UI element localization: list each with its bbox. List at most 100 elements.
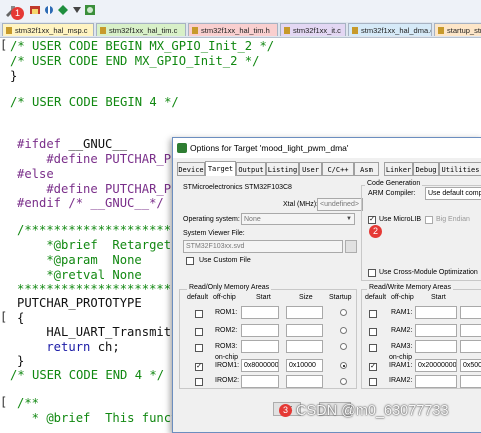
debug-icon[interactable]: [43, 4, 55, 16]
tab-linker[interactable]: Linker: [384, 162, 413, 176]
keil-app-icon: [177, 143, 187, 153]
code-line: /* USER CODE BEGIN 4 */: [10, 95, 179, 109]
rw-col-start: Start: [431, 294, 446, 301]
code-line: return ch;: [17, 339, 120, 355]
ram1-size[interactable]: [460, 306, 481, 319]
ro-memory-title: Read/Only Memory Areas: [187, 284, 272, 291]
xtal-field[interactable]: <undefined>: [317, 198, 363, 211]
fold-marker[interactable]: [: [0, 38, 10, 52]
iram1-size[interactable]: 0x500: [460, 359, 481, 372]
rom3-size[interactable]: [286, 340, 323, 353]
ram1-default-checkbox[interactable]: [369, 310, 377, 318]
code-token: Retargets: [112, 238, 179, 252]
code-token: ch;: [90, 340, 120, 354]
rom1-start[interactable]: [241, 306, 279, 319]
tab-utilities[interactable]: Utilities: [439, 162, 481, 176]
rw-col-offchip: off-chip: [391, 294, 414, 301]
rw-memory-title: Read/Write Memory Areas: [367, 284, 453, 291]
iram1-start[interactable]: 0x20000000: [415, 359, 457, 372]
rom3-default-checkbox[interactable]: [195, 344, 203, 352]
irom1-size[interactable]: 0x10000: [286, 359, 323, 372]
tab-target[interactable]: Target: [205, 161, 236, 176]
irom2-default-checkbox[interactable]: [195, 378, 203, 386]
ro-memory-group: [179, 289, 357, 389]
code-generation-title: Code Generation: [365, 180, 423, 187]
irom2-start[interactable]: [241, 375, 279, 388]
col-start: Start: [256, 294, 271, 301]
code-token: return: [17, 340, 91, 354]
fold-marker[interactable]: [: [0, 310, 10, 324]
irom1-start[interactable]: 0x8000000: [241, 359, 279, 372]
step-badge-2: 2: [369, 225, 382, 238]
tab-hal-msp[interactable]: stm32f1xx_hal_msp.c: [2, 23, 94, 36]
rom3-startup-radio[interactable]: [340, 343, 347, 350]
tab-debug[interactable]: Debug: [413, 162, 439, 176]
use-custom-file-checkbox[interactable]: [186, 257, 194, 265]
ram1-start[interactable]: [415, 306, 457, 319]
rw-col-default: default: [365, 294, 387, 301]
diamond-icon[interactable]: [57, 4, 69, 16]
file-icon: [352, 27, 358, 34]
rom1-default-checkbox[interactable]: [195, 310, 203, 318]
file-icon: [6, 27, 12, 34]
dialog-titlebar[interactable]: Options for Target 'mood_light_pwm_dma': [173, 138, 481, 158]
tab-listing[interactable]: Listing: [266, 162, 299, 176]
use-microlib-checkbox[interactable]: ✓: [368, 216, 376, 224]
tab-cpp[interactable]: C/C++: [322, 162, 354, 176]
tab-user[interactable]: User: [299, 162, 322, 176]
irom1-startup-radio[interactable]: [340, 362, 347, 369]
rom2-start[interactable]: [241, 324, 279, 337]
rw-memory-group: [361, 289, 481, 389]
rom2-size[interactable]: [286, 324, 323, 337]
code-line: #ifdef __GNUC__: [17, 136, 127, 152]
ram3-size[interactable]: [460, 340, 481, 353]
tab-startup[interactable]: startup_stm: [434, 23, 481, 36]
irom2-startup-radio[interactable]: [340, 378, 347, 385]
rom2-default-checkbox[interactable]: [195, 328, 203, 336]
fold-marker[interactable]: [: [0, 395, 10, 409]
ram2-size[interactable]: [460, 324, 481, 337]
ram2-label: RAM2:: [391, 327, 413, 334]
tab-device[interactable]: Device: [177, 162, 205, 176]
code-token: *@brief: [17, 238, 113, 252]
iram1-default-checkbox[interactable]: ✓: [369, 363, 377, 371]
tab-asm[interactable]: Asm: [354, 162, 379, 176]
toolbar: 1: [0, 0, 481, 23]
ram2-default-checkbox[interactable]: [369, 328, 377, 336]
os-select[interactable]: None ▼: [241, 213, 355, 225]
arrow-icon[interactable]: [71, 4, 83, 16]
big-endian-checkbox: [425, 216, 433, 224]
step-badge-3: 3: [279, 404, 292, 417]
tab-hal-tim-c[interactable]: stm32f1xx_hal_tim.c: [96, 23, 186, 36]
code-line: HAL_UART_Transmit(: [17, 325, 179, 339]
tab-hal-dma[interactable]: stm32f1xx_hal_dma.c: [348, 23, 432, 36]
svf-browse-button[interactable]: [345, 240, 357, 253]
iram2-default-checkbox[interactable]: [369, 378, 377, 386]
cross-module-checkbox[interactable]: [368, 269, 376, 277]
iram2-size[interactable]: [460, 375, 481, 388]
rom1-startup-radio[interactable]: [340, 309, 347, 316]
tab-output[interactable]: Output: [236, 162, 266, 176]
svf-field[interactable]: STM32F103xx.svd: [183, 240, 343, 253]
irom1-default-checkbox[interactable]: ✓: [195, 363, 203, 371]
tab-label: stm32f1xx_hal_dma.c: [361, 26, 432, 35]
iram2-start[interactable]: [415, 375, 457, 388]
col-default: default: [187, 294, 209, 301]
ram1-label: RAM1:: [391, 309, 413, 316]
ram3-default-checkbox[interactable]: [369, 344, 377, 352]
iram1-label: IRAM1:: [389, 362, 413, 369]
rom3-start[interactable]: [241, 340, 279, 353]
svf-label: System Viewer File:: [183, 230, 245, 237]
tab-it[interactable]: stm32f1xx_it.c: [280, 23, 346, 36]
ram3-start[interactable]: [415, 340, 457, 353]
tab-hal-tim-h[interactable]: stm32f1xx_hal_tim.h: [188, 23, 278, 36]
ram2-start[interactable]: [415, 324, 457, 337]
arm-compiler-select[interactable]: Use default compiler: [425, 187, 481, 200]
download-icon[interactable]: [29, 4, 41, 16]
rom2-startup-radio[interactable]: [340, 327, 347, 334]
code-token: __GNUC__: [61, 137, 128, 151]
rom1-size[interactable]: [286, 306, 323, 319]
options-icon[interactable]: [84, 4, 96, 16]
irom2-size[interactable]: [286, 375, 323, 388]
irom1-label: IROM1:: [215, 362, 240, 369]
